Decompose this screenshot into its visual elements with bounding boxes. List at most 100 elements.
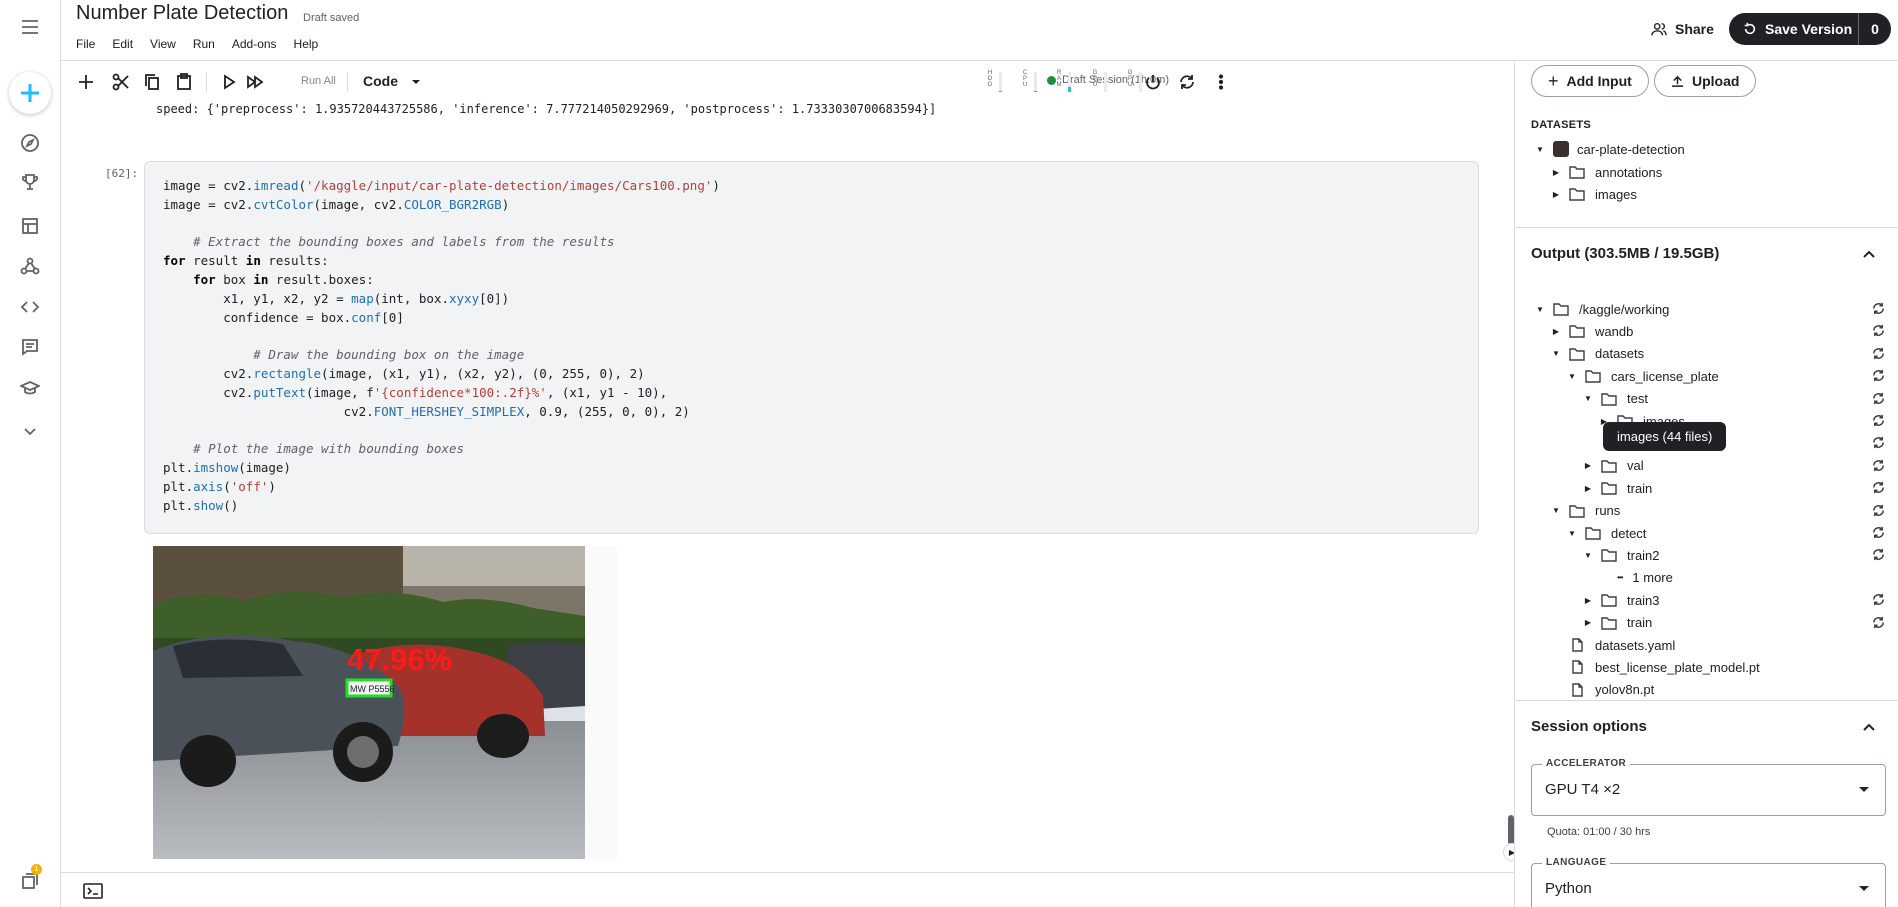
add-input-button[interactable]: + Add Input (1531, 65, 1649, 97)
meter-cpu[interactable]: CPU (1022, 70, 1044, 96)
caret-down-icon[interactable]: ▼ (1567, 529, 1577, 538)
dataset-folder-annotations[interactable]: ▶ annotations (1551, 162, 1662, 182)
chevron-up-icon[interactable] (1862, 247, 1876, 261)
menu-add-ons[interactable]: Add-ons (232, 37, 277, 51)
caret-right-icon[interactable]: ▶ (1551, 190, 1561, 199)
run-cell-icon[interactable] (217, 70, 241, 94)
dataset-row[interactable]: ▼ car-plate-detection (1535, 139, 1685, 159)
meter-ram[interactable]: RAM (1056, 70, 1078, 96)
trophy-icon[interactable] (17, 169, 43, 195)
menu-file[interactable]: File (76, 37, 95, 51)
upload-label: Upload (1692, 73, 1740, 89)
cut-icon[interactable] (109, 70, 133, 94)
tree-item-label: train (1627, 480, 1653, 496)
sync-icon[interactable] (1872, 481, 1886, 495)
more-options-icon[interactable] (1209, 70, 1233, 94)
dataset-folder-images[interactable]: ▶ images (1551, 184, 1637, 204)
sync-icon[interactable] (1872, 302, 1886, 316)
notebook-title[interactable]: Number Plate Detection (76, 2, 288, 25)
table-icon[interactable] (17, 213, 43, 239)
output-folder-row[interactable]: ▶ wandb (1551, 321, 1879, 341)
sync-icon[interactable] (1872, 593, 1886, 607)
caret-right-icon[interactable]: ▶ (1583, 596, 1593, 605)
output-file-row[interactable]: datasets.yaml (1551, 635, 1879, 655)
upload-button[interactable]: Upload (1654, 65, 1757, 97)
comments-icon[interactable] (17, 334, 43, 360)
run-all-button[interactable]: Run All (301, 75, 336, 87)
language-select[interactable]: LANGUAGE Python (1531, 857, 1886, 907)
sync-icon[interactable] (1872, 414, 1886, 428)
copy-icon[interactable] (140, 70, 164, 94)
caret-down-icon[interactable]: ▼ (1583, 551, 1593, 560)
menu-icon[interactable] (17, 14, 43, 40)
caret-down-icon[interactable]: ▼ (1551, 349, 1561, 358)
restart-icon[interactable] (1175, 70, 1199, 94)
output-folder-row[interactable]: ▼ detect (1567, 523, 1879, 543)
caret-down-icon[interactable]: ▼ (1583, 394, 1593, 403)
output-folder-row[interactable]: ▼ /kaggle/working (1535, 299, 1879, 319)
run-all-icon[interactable] (243, 70, 267, 94)
notifications-icon[interactable]: 1 (17, 864, 43, 894)
output-folder-row[interactable]: ▼ test (1583, 389, 1879, 409)
create-button[interactable] (9, 72, 51, 114)
output-folder-row[interactable]: ▼ train2 (1583, 545, 1879, 565)
tree-item-label: train (1627, 615, 1653, 631)
models-icon[interactable] (17, 253, 43, 279)
code-icon[interactable] (17, 294, 43, 320)
menu-help[interactable]: Help (294, 37, 319, 51)
caret-right-icon[interactable]: ▶ (1551, 327, 1561, 336)
output-file-row[interactable]: yolov8n.pt (1551, 680, 1879, 700)
sync-icon[interactable] (1872, 616, 1886, 630)
caret-right-icon[interactable]: ▶ (1583, 618, 1593, 627)
paste-icon[interactable] (172, 70, 196, 94)
output-folder-row[interactable]: ••• 1 more (1599, 568, 1879, 588)
output-folder-row[interactable]: ▶ train (1583, 478, 1879, 498)
sync-icon[interactable] (1872, 459, 1886, 473)
terminal-icon[interactable] (83, 883, 103, 899)
session-options-title[interactable]: Session options (1531, 718, 1647, 735)
accelerator-value: GPU T4 ×2 (1545, 781, 1621, 798)
output-section-title[interactable]: Output (303.5MB / 19.5GB) (1531, 245, 1719, 262)
share-button[interactable]: Share (1641, 14, 1724, 44)
compass-icon[interactable] (17, 130, 43, 156)
sync-icon[interactable] (1872, 324, 1886, 338)
sync-icon[interactable] (1872, 347, 1886, 361)
menu-view[interactable]: View (150, 37, 176, 51)
code-editor[interactable]: image = cv2.imread('/kaggle/input/car-pl… (163, 177, 720, 515)
accelerator-select[interactable]: ACCELERATOR GPU T4 ×2 (1531, 758, 1886, 816)
output-folder-row[interactable]: ▶ train3 (1583, 590, 1879, 610)
menu-edit[interactable]: Edit (112, 37, 133, 51)
code-cell[interactable]: image = cv2.imread('/kaggle/input/car-pl… (144, 161, 1479, 534)
learn-icon[interactable] (17, 375, 43, 401)
sync-icon[interactable] (1872, 369, 1886, 383)
menu-run[interactable]: Run (193, 37, 215, 51)
output-file-row[interactable]: best_license_plate_model.pt (1551, 657, 1879, 677)
caret-right-icon[interactable]: ▶ (1583, 461, 1593, 470)
add-cell-icon[interactable] (74, 70, 98, 94)
power-icon[interactable] (1141, 70, 1165, 94)
sync-icon[interactable] (1872, 504, 1886, 518)
folder-icon (1569, 165, 1585, 179)
caret-down-icon[interactable]: ▼ (1535, 145, 1545, 154)
meter-hdd[interactable]: HDD (987, 70, 1009, 96)
caret-right-icon[interactable]: ▶ (1551, 168, 1561, 177)
caret-down-icon[interactable]: ▼ (1551, 506, 1561, 515)
output-folder-row[interactable]: ▼ datasets (1551, 344, 1879, 364)
save-version-button[interactable]: Save Version 0 (1729, 13, 1891, 45)
output-folder-row[interactable]: ▶ train (1583, 613, 1879, 633)
save-version-label: Save Version (1765, 21, 1853, 37)
sync-icon[interactable] (1872, 548, 1886, 562)
output-folder-row[interactable]: ▼ cars_license_plate (1567, 366, 1879, 386)
chevron-up-icon[interactable] (1862, 720, 1876, 734)
sync-icon[interactable] (1872, 392, 1886, 406)
caret-down-icon[interactable]: ▼ (1567, 372, 1577, 381)
output-folder-row[interactable]: ▼ runs (1551, 501, 1879, 521)
cell-type-select[interactable]: Code (363, 73, 420, 89)
sync-icon[interactable] (1872, 526, 1886, 540)
caret-right-icon[interactable]: ▶ (1583, 484, 1593, 493)
sync-icon[interactable] (1872, 436, 1886, 450)
more-icon[interactable] (17, 418, 43, 444)
output-folder-row[interactable]: ▶ val (1583, 456, 1879, 476)
caret-down-icon[interactable]: ▼ (1535, 305, 1545, 314)
meter-gpu[interactable]: GPU (1092, 70, 1114, 96)
